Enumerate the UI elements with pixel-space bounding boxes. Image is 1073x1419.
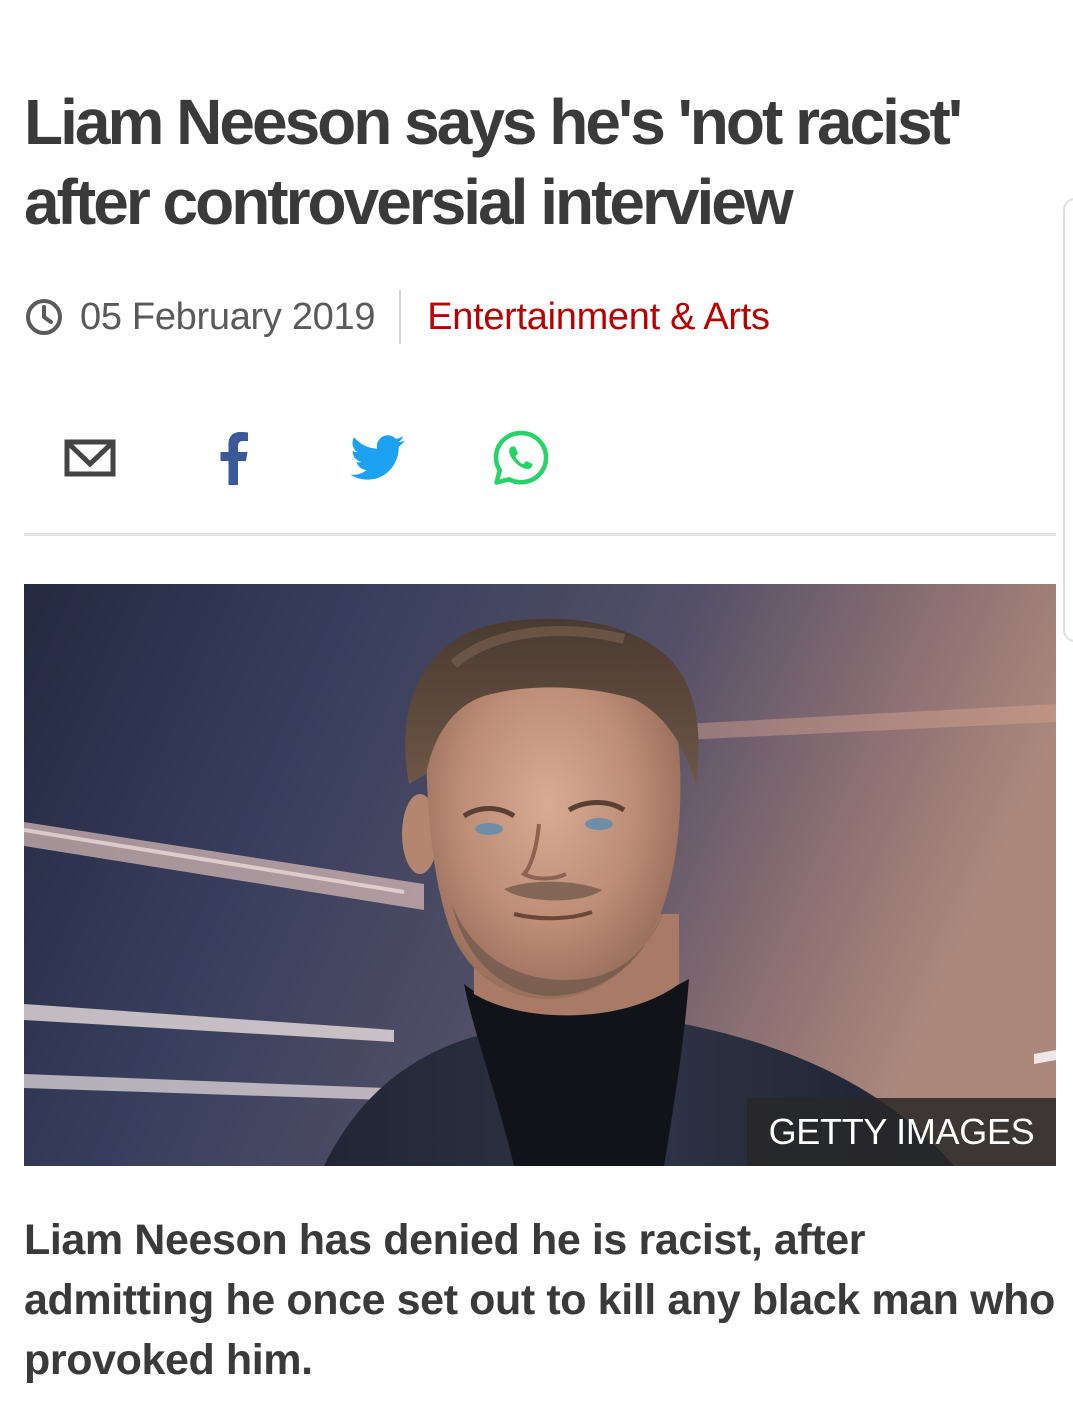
publish-date: 05 February 2019 <box>80 295 376 338</box>
side-panel-handle[interactable] <box>1063 198 1073 642</box>
meta-divider <box>399 290 402 344</box>
hero-image: GETTY IMAGES <box>24 584 1056 1166</box>
share-whatsapp-button[interactable] <box>481 420 561 500</box>
whatsapp-icon <box>492 429 550 492</box>
article-headline: Liam Neeson says he's 'not racist' after… <box>24 86 963 238</box>
twitter-icon <box>350 434 406 486</box>
email-icon <box>64 438 116 483</box>
portrait-photo <box>24 584 1056 1166</box>
article-summary: Liam Neeson has denied he is racist, aft… <box>24 1216 1055 1384</box>
share-bar <box>24 420 1056 500</box>
share-twitter-button[interactable] <box>338 420 418 500</box>
share-email-button[interactable] <box>50 420 130 500</box>
clock-icon <box>24 297 64 337</box>
image-credit: GETTY IMAGES <box>747 1098 1056 1166</box>
article-meta: 05 February 2019 Entertainment & Arts <box>24 290 770 344</box>
category-link[interactable]: Entertainment & Arts <box>427 296 770 339</box>
facebook-icon <box>219 431 249 490</box>
share-facebook-button[interactable] <box>194 420 274 500</box>
share-divider <box>24 533 1056 536</box>
